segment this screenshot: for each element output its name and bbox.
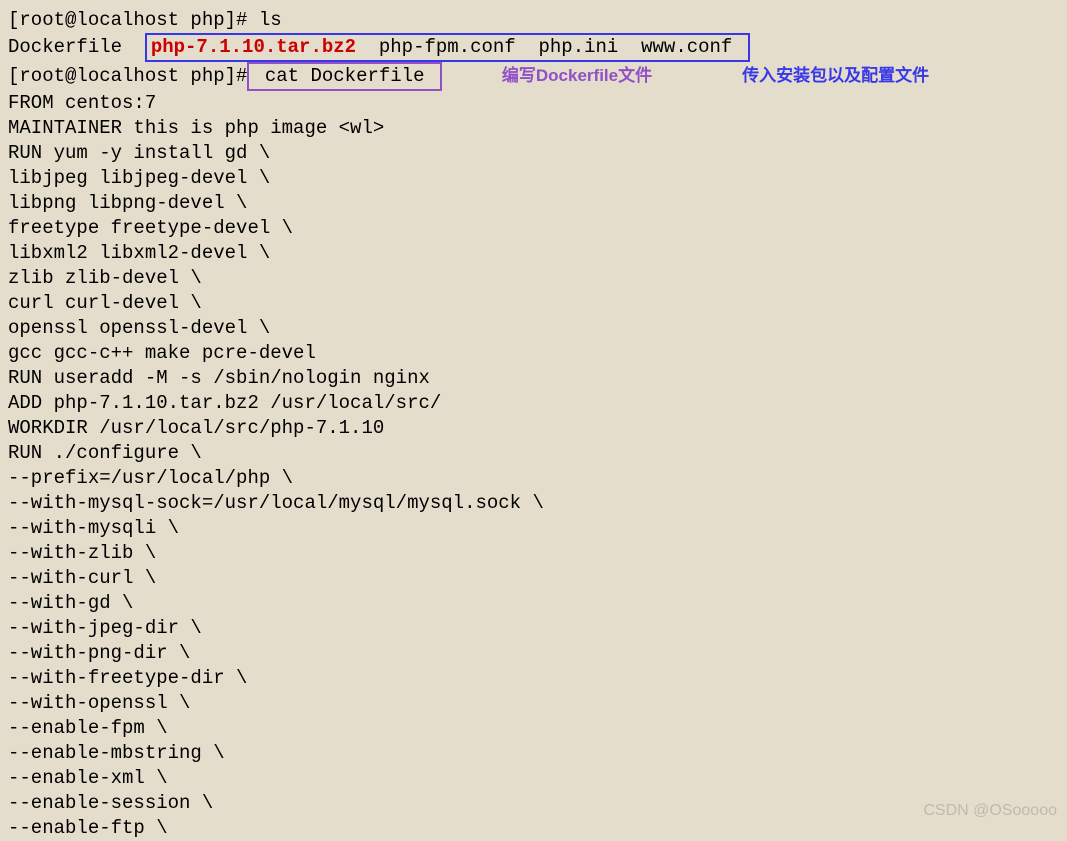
dockerfile-line: zlib zlib-devel \	[8, 266, 1059, 291]
prompt: [root@localhost php]#	[8, 9, 259, 31]
dockerfile-line: --enable-session \	[8, 791, 1059, 816]
line-ls-output: Dockerfile php-7.1.10.tar.bz2 php-fpm.co…	[8, 33, 1059, 62]
dockerfile-line: --with-openssl \	[8, 691, 1059, 716]
dockerfile-line: --with-freetype-dir \	[8, 666, 1059, 691]
dockerfile-line: ADD php-7.1.10.tar.bz2 /usr/local/src/	[8, 391, 1059, 416]
dockerfile-line: libpng libpng-devel \	[8, 191, 1059, 216]
dockerfile-line: --with-mysql-sock=/usr/local/mysql/mysql…	[8, 491, 1059, 516]
command-ls: ls	[259, 9, 282, 31]
dockerfile-line: WORKDIR /usr/local/src/php-7.1.10	[8, 416, 1059, 441]
dockerfile-line: --enable-mbstring \	[8, 741, 1059, 766]
dockerfile-line: curl curl-devel \	[8, 291, 1059, 316]
cat-cmd-box: cat Dockerfile	[247, 62, 441, 91]
dockerfile-line: --enable-fpm \	[8, 716, 1059, 741]
files-conf: php-fpm.conf php.ini www.conf	[356, 36, 744, 58]
dockerfile-line: RUN yum -y install gd \	[8, 141, 1059, 166]
dockerfile-line: libxml2 libxml2-devel \	[8, 241, 1059, 266]
dockerfile-line: RUN ./configure \	[8, 441, 1059, 466]
dockerfile-line: --with-jpeg-dir \	[8, 616, 1059, 641]
dockerfile-line: --with-png-dir \	[8, 641, 1059, 666]
dockerfile-line: --with-gd \	[8, 591, 1059, 616]
dockerfile-line: freetype freetype-devel \	[8, 216, 1059, 241]
dockerfile-line: FROM centos:7	[8, 91, 1059, 116]
file-php-tar: php-7.1.10.tar.bz2	[151, 36, 356, 58]
dockerfile-line: RUN useradd -M -s /sbin/nologin nginx	[8, 366, 1059, 391]
dockerfile-line: --with-mysqli \	[8, 516, 1059, 541]
prompt: [root@localhost php]#	[8, 65, 247, 87]
terminal-output: [root@localhost php]# ls Dockerfile php-…	[8, 8, 1059, 841]
dockerfile-line: libjpeg libjpeg-devel \	[8, 166, 1059, 191]
dockerfile-line: openssl openssl-devel \	[8, 316, 1059, 341]
dockerfile-line: MAINTAINER this is php image <wl>	[8, 116, 1059, 141]
dockerfile-line: --with-curl \	[8, 566, 1059, 591]
line-ls-cmd: [root@localhost php]# ls	[8, 8, 1059, 33]
watermark: CSDN @OSooooo	[923, 798, 1057, 823]
command-cat: cat Dockerfile	[253, 65, 435, 87]
dockerfile-line: gcc gcc-c++ make pcre-devel	[8, 341, 1059, 366]
dockerfile-line: --prefix=/usr/local/php \	[8, 466, 1059, 491]
dockerfile-line: --with-zlib \	[8, 541, 1059, 566]
annotation-config-files: 传入安装包以及配置文件	[742, 66, 929, 85]
file-dockerfile: Dockerfile	[8, 36, 145, 58]
dockerfile-line: --enable-xml \	[8, 766, 1059, 791]
files-highlight-box: php-7.1.10.tar.bz2 php-fpm.conf php.ini …	[145, 33, 750, 62]
annotation-dockerfile: 编写Dockerfile文件	[502, 66, 652, 85]
line-cat-cmd: [root@localhost php]# cat Dockerfile 编写D…	[8, 62, 1059, 91]
